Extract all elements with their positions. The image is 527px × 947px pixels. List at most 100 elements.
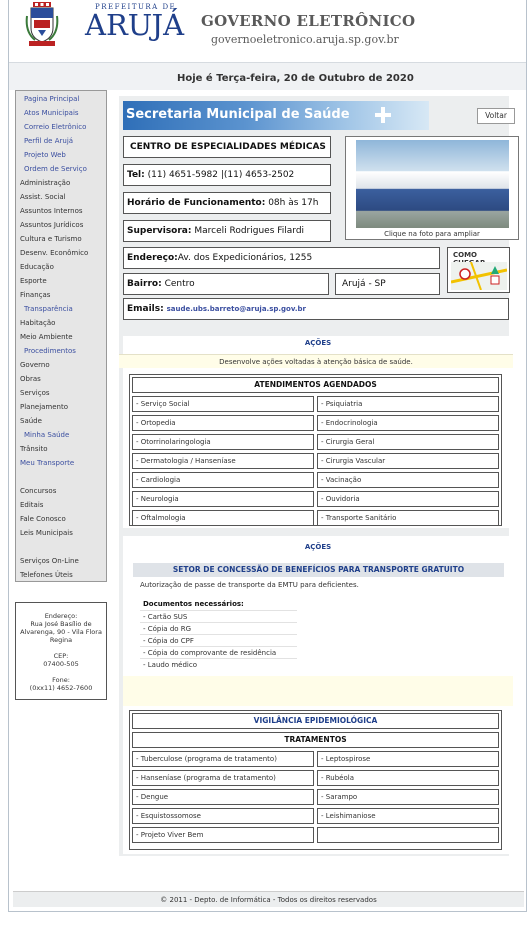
sidebar-item-23[interactable]: Saúde [20, 417, 42, 426]
acoes-section-1: AÇÕES Desenvolve ações voltadas à atençã… [119, 336, 513, 528]
hours-value: 08h às 17h [268, 198, 319, 208]
vigilancia-table: VIGILÂNCIA EPIDEMIOLÓGICA TRATAMENTOS - … [129, 710, 502, 850]
sidebar-item-26[interactable]: Meu Transporte [20, 459, 74, 468]
tratamento-cell: - Esquistossomose [132, 808, 314, 824]
atendimentos-table: ATENDIMENTOS AGENDADOS - Serviço Social -… [129, 374, 502, 526]
map-icon [451, 262, 507, 290]
atendimento-cell: - Ouvidoria [317, 491, 499, 507]
supervisor-label: Supervisora: [127, 226, 192, 236]
email-link[interactable]: saude.ubs.barreto@aruja.sp.gov.br [167, 305, 306, 313]
sidebar-item-18[interactable]: Procedimentos [24, 347, 76, 356]
como-chegar-button[interactable]: COMO CHEGAR [447, 247, 510, 293]
city-logo-text[interactable]: ARUJÁ [85, 8, 184, 42]
sidebar-item-12[interactable]: Educação [20, 263, 54, 272]
sidebar-item-8[interactable]: Assuntos Internos [20, 207, 83, 216]
address-label: Endereço: [44, 612, 78, 620]
footer: © 2011 - Depto. de Informática - Todos o… [13, 891, 524, 907]
tratamentos-title: TRATAMENTOS [132, 732, 499, 748]
tel-label: Tel: [127, 170, 145, 180]
atendimentos-title: ATENDIMENTOS AGENDADOS [132, 377, 499, 393]
sidebar-item-17[interactable]: Meio Ambiente [20, 333, 73, 342]
address-label: Endereço: [127, 253, 178, 263]
photo-frame: Clique na foto para ampliar [345, 136, 519, 240]
sidebar-item-25[interactable]: Trânsito [20, 445, 47, 454]
city-value: Arujá - SP [342, 279, 386, 289]
health-cross-icon [375, 107, 391, 123]
hours-label: Horário de Funcionamento: [127, 198, 266, 208]
tratamento-cell: - Tuberculose (programa de tratamento) [132, 751, 314, 767]
sidebar-item-13[interactable]: Esporte [20, 277, 47, 286]
sidebar-item-22[interactable]: Planejamento [20, 403, 68, 412]
atendimento-cell: - Vacinação [317, 472, 499, 488]
spacer-band [123, 676, 513, 706]
sidebar-item-27[interactable]: Concursos [20, 487, 56, 496]
acoes-description: Desenvolve ações voltadas à atenção bási… [119, 354, 513, 368]
sidebar-item-21[interactable]: Serviços [20, 389, 50, 398]
supervisor-value: Marceli Rodrigues Filardi [194, 226, 305, 236]
cep-label: CEP: [53, 652, 69, 660]
sidebar-item-3[interactable]: Perfil de Arujá [24, 137, 73, 146]
sidebar-item-14[interactable]: Finanças [20, 291, 50, 300]
atendimento-cell: - Oftalmologia [132, 510, 314, 526]
sidebar-item-2[interactable]: Correio Eletrônico [24, 123, 86, 132]
atendimento-cell: - Transporte Sanitário [317, 510, 499, 526]
document-item: - Cópia do RG [140, 622, 297, 634]
sidebar-item-16[interactable]: Habitação [20, 319, 55, 328]
bairro-value: Centro [164, 279, 195, 289]
email-row: Emails: saude.ubs.barreto@aruja.sp.gov.b… [123, 298, 509, 320]
sidebar-item-1[interactable]: Atos Municipais [24, 109, 79, 118]
hours-row: Horário de Funcionamento: 08h às 17h [123, 192, 331, 214]
sidebar-item-19[interactable]: Governo [20, 361, 50, 370]
sidebar-item-0[interactable]: Pagina Principal [24, 95, 79, 104]
site-url: governoeletronico.aruja.sp.gov.br [211, 33, 399, 46]
unit-name: CENTRO DE ESPECIALIDADES MÉDICAS [123, 136, 331, 158]
photo-caption: Clique na foto para ampliar [384, 230, 480, 238]
sidebar-item-28[interactable]: Editais [20, 501, 43, 510]
atendimento-cell: - Cardiologia [132, 472, 314, 488]
sidebar-item-6[interactable]: Administração [20, 179, 70, 188]
phone-label: Fone: [52, 676, 70, 684]
sidebar-item-24[interactable]: Minha Saúde [24, 431, 69, 440]
sidebar-item-20[interactable]: Obras [20, 375, 41, 384]
main-content: Secretaria Municipal de Saúde Voltar CEN… [119, 96, 519, 856]
tratamento-cell: - Projeto Viver Bem [132, 827, 314, 843]
sidebar-item-11[interactable]: Desenv. Econômico [20, 249, 88, 258]
page: PREFEITURA DE ARUJÁ GOVERNO ELETRÔNICO g… [8, 0, 527, 912]
coat-of-arms-logo[interactable] [25, 2, 59, 46]
atendimento-cell: - Otorrinolaringologia [132, 434, 314, 450]
tratamento-cell: - Dengue [132, 789, 314, 805]
vigilancia-section: VIGILÂNCIA EPIDEMIOLÓGICA TRATAMENTOS - … [123, 706, 513, 854]
sidebar-item-4[interactable]: Projeto Web [24, 151, 66, 160]
sidebar-item-5[interactable]: Ordem de Serviço [24, 165, 87, 174]
email-label: Emails: [127, 304, 164, 314]
supervisor-row: Supervisora: Marceli Rodrigues Filardi [123, 220, 331, 242]
header: PREFEITURA DE ARUJÁ GOVERNO ELETRÔNICO g… [9, 0, 526, 62]
address-row: Endereço:Av. dos Expedicionários, 1255 [123, 247, 440, 269]
atendimento-cell: - Neurologia [132, 491, 314, 507]
site-title: GOVERNO ELETRÔNICO [201, 12, 416, 30]
sidebar-item-31[interactable]: Serviços On-Line [20, 557, 79, 566]
bairro-row: Bairro: Centro [123, 273, 329, 295]
city-row: Arujá - SP [335, 273, 440, 295]
documents-list: Documentos necessários: - Cartão SUS - Có… [140, 598, 297, 672]
phone-row: Tel: (11) 4651-5982 |(11) 4653-2502 [123, 164, 331, 186]
sidebar-menu: Pagina Principal Atos Municipais Correio E… [15, 90, 107, 582]
sidebar-item-32[interactable]: Telefones Úteis [20, 571, 73, 580]
back-button[interactable]: Voltar [477, 108, 515, 124]
sidebar-item-15[interactable]: Transparência [24, 305, 73, 314]
vigilancia-title: VIGILÂNCIA EPIDEMIOLÓGICA [132, 713, 499, 729]
address-box: Endereço: Rua José Basílio de Alvarenga,… [15, 602, 107, 700]
sidebar-item-30[interactable]: Leis Municipais [20, 529, 73, 538]
sidebar-item-10[interactable]: Cultura e Turismo [20, 235, 82, 244]
atendimento-cell: - Cirurgia Vascular [317, 453, 499, 469]
tratamento-cell: - Leptospirose [317, 751, 499, 767]
atendimento-cell: - Psiquiatria [317, 396, 499, 412]
building-photo[interactable] [356, 140, 509, 228]
sidebar-item-7[interactable]: Assist. Social [20, 193, 66, 202]
sidebar-item-9[interactable]: Assuntos Jurídicos [20, 221, 83, 230]
sidebar-item-29[interactable]: Fale Conosco [20, 515, 66, 524]
tratamento-cell: - Leishimaniose [317, 808, 499, 824]
transport-description: Autorização de passe de transporte da EM… [140, 581, 359, 589]
tratamento-cell: - Hanseníase (programa de tratamento) [132, 770, 314, 786]
cep-value: 07400-505 [43, 660, 79, 668]
